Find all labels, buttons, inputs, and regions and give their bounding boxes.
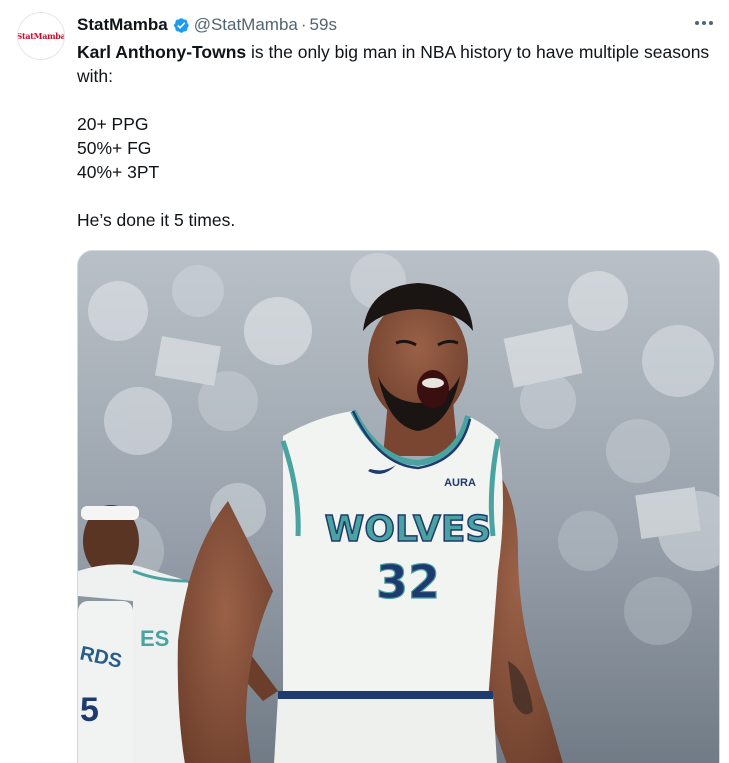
tweet-media-photo[interactable]: RDS 5 ES WOLVES 32 AURA <box>77 250 720 763</box>
avatar[interactable]: StatMamba <box>17 12 65 60</box>
author-display-name[interactable]: StatMamba <box>77 15 168 35</box>
shorts <box>274 696 497 763</box>
headband <box>81 506 139 520</box>
player-name-highlight: Karl Anthony-Towns <box>77 42 247 62</box>
header-separator: · <box>300 15 307 34</box>
tweet-line-intro: Karl Anthony-Towns is the only big man i… <box>77 40 717 88</box>
avatar-logo: StatMamba <box>17 31 65 41</box>
tweet-text: Karl Anthony-Towns is the only big man i… <box>77 40 717 232</box>
jersey-sponsor: AURA <box>444 477 476 489</box>
basketball-player-photo: RDS 5 ES WOLVES 32 AURA <box>78 251 719 763</box>
tweet-timestamp[interactable]: 59s <box>310 15 337 35</box>
stat-line-3pt: 40%+ 3PT <box>77 162 160 182</box>
verified-badge-icon[interactable] <box>171 16 190 35</box>
author-handle[interactable]: @StatMamba <box>194 15 298 35</box>
open-mouth <box>417 370 449 408</box>
jersey-team-name: WOLVES <box>325 509 492 550</box>
tweet-card[interactable]: StatMamba StatMamba @StatMamba · 59s Kar… <box>0 0 729 763</box>
ellipsis-icon[interactable] <box>689 10 719 36</box>
tweet-closing-line: He’s done it 5 times. <box>77 210 236 230</box>
tweet-header: StatMamba @StatMamba · 59s <box>77 14 337 36</box>
far-left-player: RDS 5 <box>78 601 133 763</box>
teammate-jersey-letters: ES <box>140 626 169 651</box>
stat-line-fg: 50%+ FG <box>77 138 152 158</box>
far-left-jersey-number: 5 <box>80 691 99 729</box>
jersey-number: 32 <box>376 555 440 609</box>
stat-line-ppg: 20+ PPG <box>77 114 149 134</box>
